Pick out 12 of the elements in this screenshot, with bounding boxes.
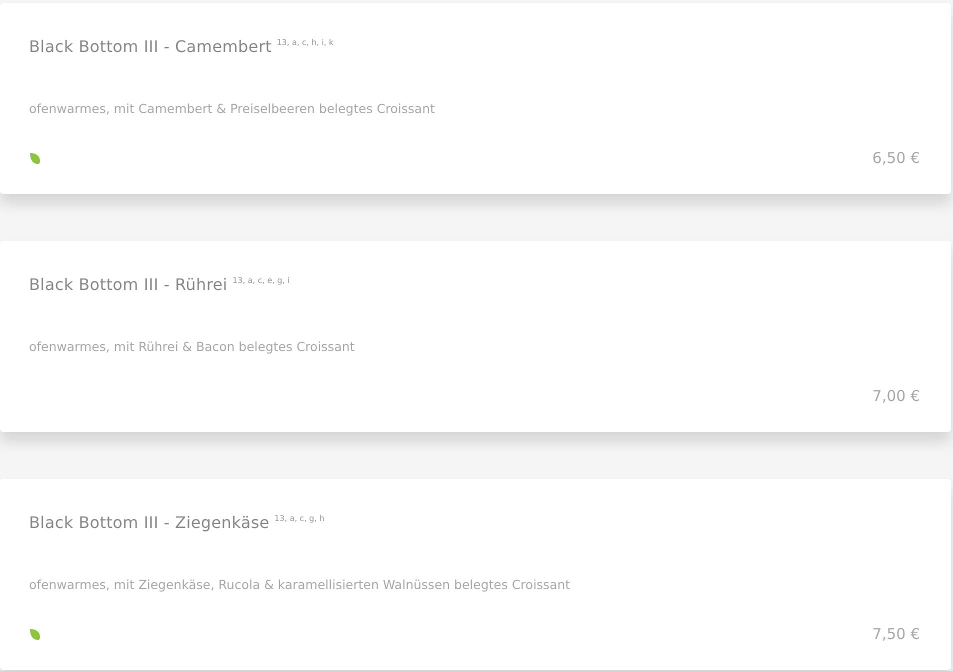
item-name: Black Bottom III - Rührei	[29, 275, 228, 294]
allergen-codes: 13, a, c, h, i, k	[276, 38, 334, 47]
item-description: ofenwarmes, mit Camembert & Preiselbeeren belegtes Croissant	[29, 101, 436, 117]
item-price: 7,50 €	[872, 625, 920, 643]
allergen-codes: 13, a, c, e, g, i	[232, 276, 290, 285]
item-name: Black Bottom III - Camembert	[29, 37, 272, 56]
item-name: Black Bottom III - Ziegenkäse	[29, 513, 270, 532]
item-price: 7,00 €	[872, 387, 920, 405]
allergen-codes: 13, a, c, g, h	[274, 514, 324, 523]
item-price: 6,50 €	[872, 149, 920, 167]
item-description: ofenwarmes, mit Ziegenkäse, Rucola & karamellisierten Walnüssen belegtes Croissant	[29, 577, 572, 593]
item-description: ofenwarmes, mit Rührei & Bacon belegtes Croissant	[29, 339, 356, 355]
